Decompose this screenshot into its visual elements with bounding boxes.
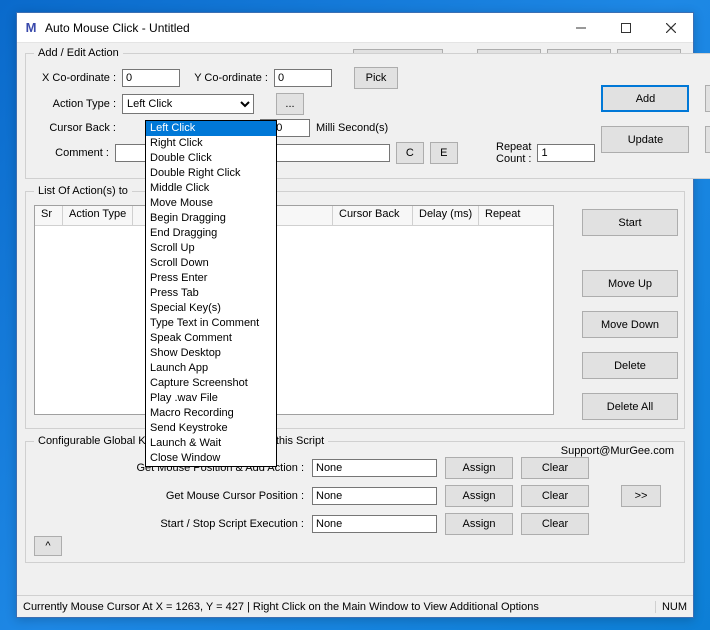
add-button[interactable]: Add	[601, 85, 689, 112]
actions-list-group: List Of Action(s) to Sr Action Type Curs…	[25, 185, 685, 429]
x-label: X Co-ordinate :	[34, 72, 116, 84]
shortcut-input-1[interactable]	[312, 487, 437, 505]
window-title: Auto Mouse Click - Untitled	[45, 21, 558, 35]
shortcut-input-2[interactable]	[312, 515, 437, 533]
dropdown-option[interactable]: Double Click	[146, 151, 276, 166]
load-button[interactable]: Load	[705, 85, 710, 112]
delete-all-button[interactable]: Delete All	[582, 393, 678, 420]
dropdown-option[interactable]: Move Mouse	[146, 196, 276, 211]
dropdown-option[interactable]: Type Text in Comment	[146, 316, 276, 331]
delete-button[interactable]: Delete	[582, 352, 678, 379]
shortcut-more-button[interactable]: >>	[621, 485, 661, 507]
save-button[interactable]: Save	[705, 126, 710, 153]
action-type-dropdown[interactable]: Left ClickRight ClickDouble ClickDouble …	[145, 120, 277, 467]
add-edit-legend: Add / Edit Action	[34, 47, 123, 59]
dropdown-option[interactable]: Launch App	[146, 361, 276, 376]
dropdown-option[interactable]: Double Right Click	[146, 166, 276, 181]
status-text: Currently Mouse Cursor At X = 1263, Y = …	[23, 601, 539, 613]
dropdown-option[interactable]: Begin Dragging	[146, 211, 276, 226]
e-button[interactable]: E	[430, 142, 458, 164]
assign-button-2[interactable]: Assign	[445, 513, 513, 535]
side-button-column: Add Update Load Save	[601, 85, 710, 153]
list-side-buttons: Start Move Up Move Down Delete Delete Al…	[582, 209, 678, 420]
assign-button-1[interactable]: Assign	[445, 485, 513, 507]
statusbar: Currently Mouse Cursor At X = 1263, Y = …	[17, 595, 693, 617]
clear-button-1[interactable]: Clear	[521, 485, 589, 507]
col-sr[interactable]: Sr	[35, 206, 63, 225]
shortcut-group: Configurable Global Keyboard Shortcut Ke…	[25, 435, 685, 563]
maximize-button[interactable]	[603, 14, 648, 42]
dropdown-option[interactable]: Close Window	[146, 451, 276, 466]
assign-button-0[interactable]: Assign	[445, 457, 513, 479]
dropdown-option[interactable]: Speak Comment	[146, 331, 276, 346]
delay-unit-label: Milli Second(s)	[316, 122, 388, 134]
comment-label: Comment :	[34, 147, 109, 159]
titlebar[interactable]: M Auto Mouse Click - Untitled	[17, 13, 693, 43]
add-edit-group: Add / Edit Action X Co-ordinate : Y Co-o…	[25, 47, 710, 179]
dropdown-option[interactable]: Scroll Down	[146, 256, 276, 271]
dropdown-option[interactable]: Special Key(s)	[146, 301, 276, 316]
col-action-type[interactable]: Action Type	[63, 206, 133, 225]
y-label: Y Co-ordinate :	[186, 72, 268, 84]
table-header: Sr Action Type Cursor Back Delay (ms) Re…	[35, 206, 553, 226]
clear-button-0[interactable]: Clear	[521, 457, 589, 479]
start-button[interactable]: Start	[582, 209, 678, 236]
c-button[interactable]: C	[396, 142, 424, 164]
col-delay[interactable]: Delay (ms)	[413, 206, 479, 225]
client-area: Tutorial Twitter Google + Facebook Add /…	[17, 43, 693, 595]
repeat-count-input[interactable]	[537, 144, 595, 162]
dropdown-option[interactable]: Show Desktop	[146, 346, 276, 361]
col-cursor-back[interactable]: Cursor Back	[333, 206, 413, 225]
close-button[interactable]	[648, 14, 693, 42]
dropdown-option[interactable]: Press Tab	[146, 286, 276, 301]
shortcut-row-2: Start / Stop Script Execution : Assign C…	[34, 513, 676, 535]
clear-button-2[interactable]: Clear	[521, 513, 589, 535]
dropdown-option[interactable]: Launch & Wait	[146, 436, 276, 451]
status-num: NUM	[655, 601, 687, 613]
action-type-combo[interactable]: Left Click	[122, 94, 254, 114]
dropdown-option[interactable]: Left Click	[146, 121, 276, 136]
y-input[interactable]	[274, 69, 332, 87]
actions-table[interactable]: Sr Action Type Cursor Back Delay (ms) Re…	[34, 205, 554, 415]
dropdown-option[interactable]: End Dragging	[146, 226, 276, 241]
dropdown-option[interactable]: Capture Screenshot	[146, 376, 276, 391]
dropdown-option[interactable]: Play .wav File	[146, 391, 276, 406]
move-down-button[interactable]: Move Down	[582, 311, 678, 338]
move-up-button[interactable]: Move Up	[582, 270, 678, 297]
repeat-count-label: Repeat Count :	[464, 141, 532, 165]
col-repeat[interactable]: Repeat	[479, 206, 553, 225]
actions-list-legend: List Of Action(s) to	[34, 185, 132, 197]
shortcut-row-1: Get Mouse Cursor Position : Assign Clear…	[34, 485, 676, 507]
dropdown-option[interactable]: Macro Recording	[146, 406, 276, 421]
dropdown-option[interactable]: Press Enter	[146, 271, 276, 286]
app-window: M Auto Mouse Click - Untitled Tutorial T…	[16, 12, 694, 618]
window-controls	[558, 14, 693, 42]
dropdown-option[interactable]: Right Click	[146, 136, 276, 151]
dropdown-option[interactable]: Send Keystroke	[146, 421, 276, 436]
shortcut-row-0: Get Mouse Position & Add Action : Assign…	[34, 457, 676, 479]
pick-button[interactable]: Pick	[354, 67, 398, 89]
x-input[interactable]	[122, 69, 180, 87]
support-link[interactable]: Support@MurGee.com	[561, 445, 674, 457]
shortcut-label-1: Get Mouse Cursor Position :	[34, 490, 304, 502]
cursor-back-label: Cursor Back :	[34, 122, 116, 134]
action-type-label: Action Type :	[34, 98, 116, 110]
dropdown-option[interactable]: Scroll Up	[146, 241, 276, 256]
expand-caret-button[interactable]: ^	[34, 536, 62, 556]
app-icon: M	[23, 20, 39, 36]
dropdown-option[interactable]: Middle Click	[146, 181, 276, 196]
update-button[interactable]: Update	[601, 126, 689, 153]
shortcut-label-2: Start / Stop Script Execution :	[34, 518, 304, 530]
minimize-button[interactable]	[558, 14, 603, 42]
action-type-more-button[interactable]: ...	[276, 93, 304, 115]
shortcut-input-0[interactable]	[312, 459, 437, 477]
